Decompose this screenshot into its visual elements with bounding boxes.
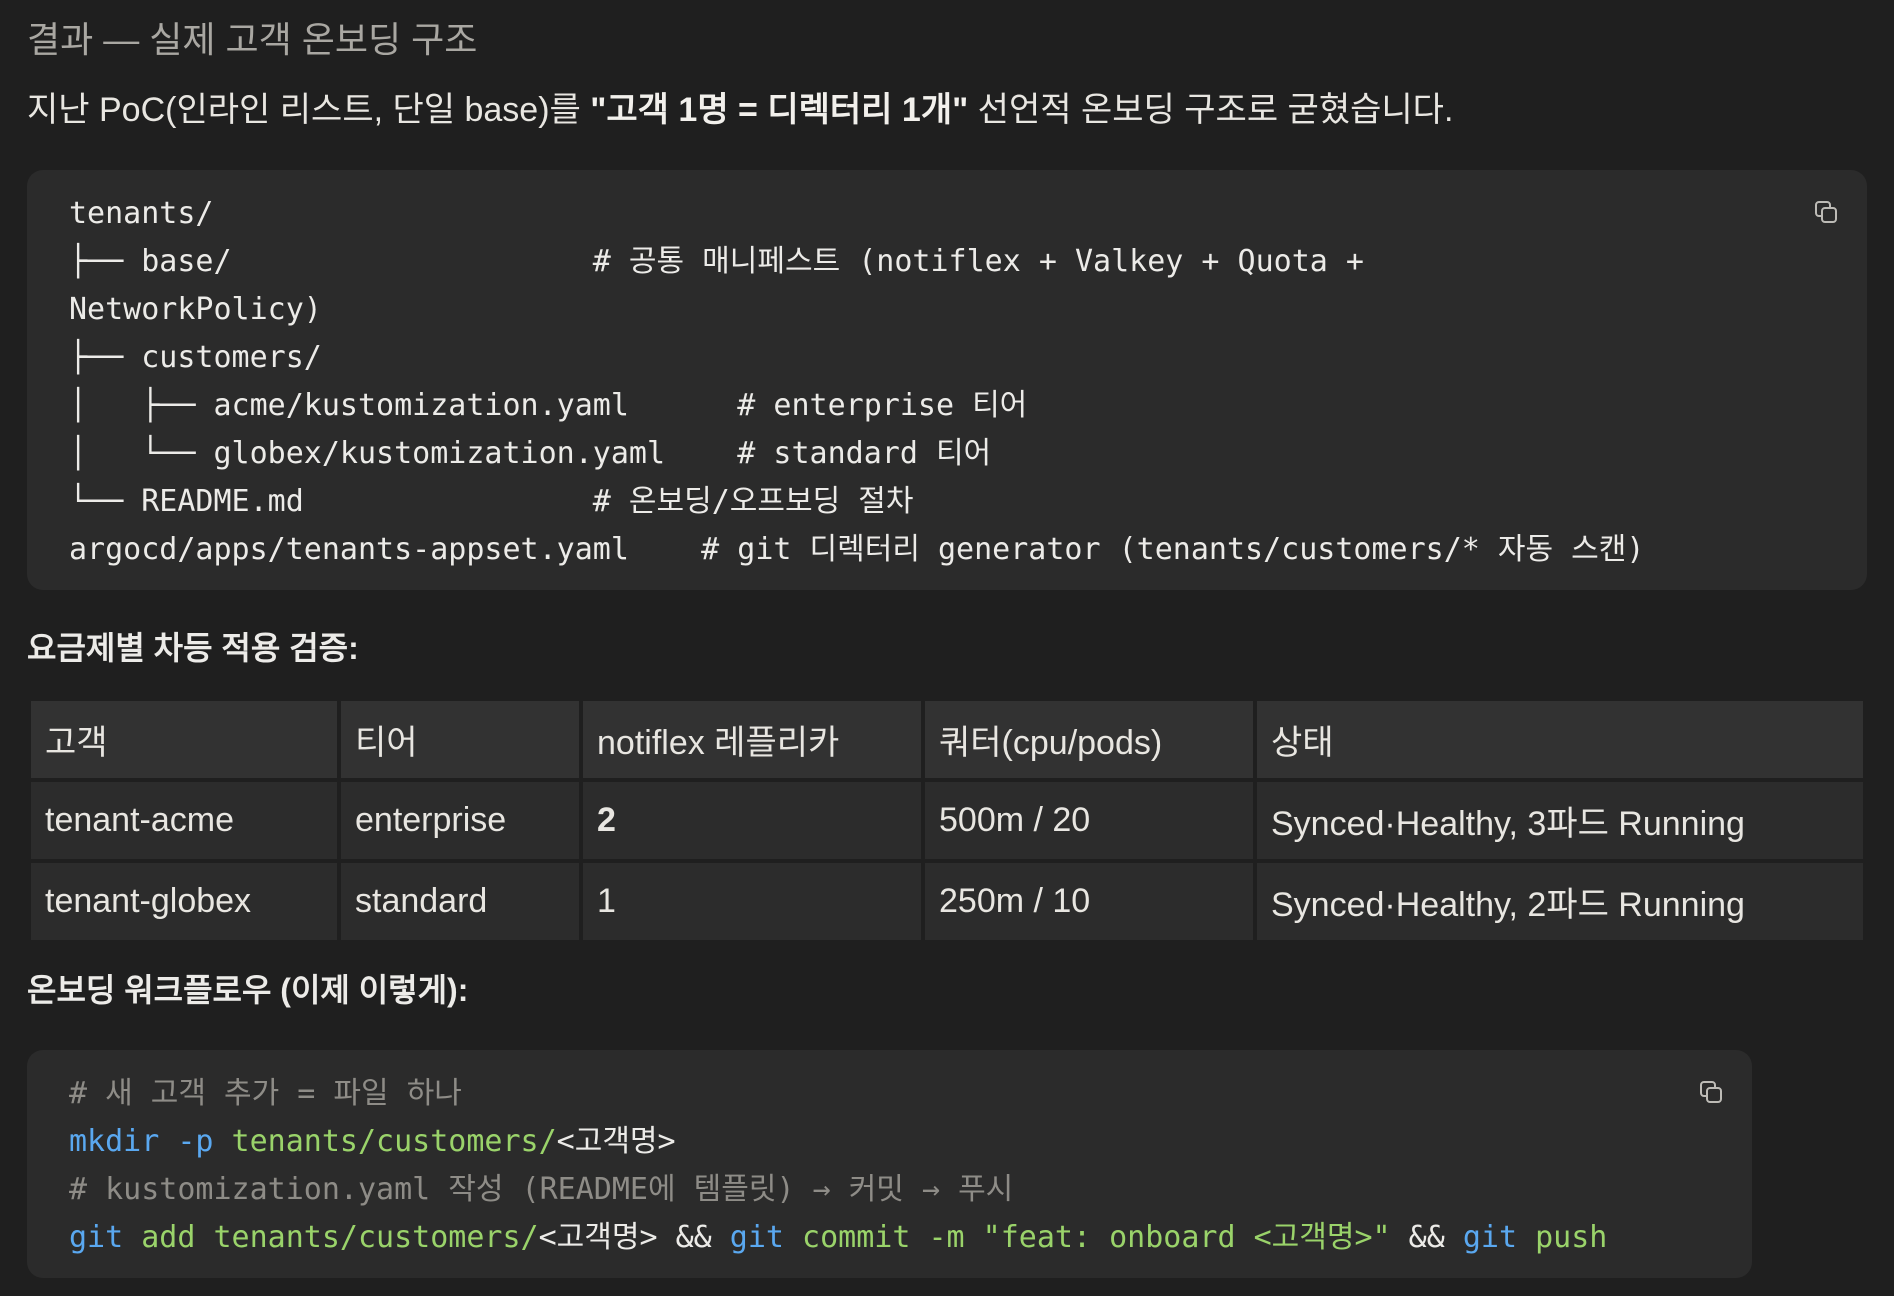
section-heading: 결과 — 실제 고객 온보딩 구조 — [27, 19, 478, 60]
intro-after: 선언적 온보딩 구조로 굳혔습니다. — [968, 91, 1454, 129]
code-path: tenants/customers/ — [213, 1124, 557, 1159]
code-subcommand: push — [1517, 1220, 1608, 1255]
cell-tier: standard — [341, 863, 579, 940]
code-command: git — [1462, 1220, 1518, 1255]
code-string: "feat: onboard <고객명>" — [964, 1220, 1391, 1255]
tier-table: 고객 티어 notiflex 레플리카 쿼터(cpu/pods) 상태 tena… — [27, 697, 1867, 944]
intro-paragraph: 지난 PoC(인라인 리스트, 단일 base)를 "고객 1명 = 디렉터리 … — [27, 84, 1453, 136]
header-status: 상태 — [1257, 701, 1863, 778]
table-header-row: 고객 티어 notiflex 레플리카 쿼터(cpu/pods) 상태 — [31, 701, 1863, 778]
code-line: NetworkPolicy) — [69, 292, 322, 327]
code-command: mkdir — [69, 1124, 160, 1159]
workflow-code-block: # 새 고객 추가 = 파일 하나 mkdir -p tenants/custo… — [27, 1050, 1752, 1278]
cell-status: Synced·Healthy, 3파드 Running — [1257, 782, 1863, 859]
tier-verification-title: 요금제별 차등 적용 검증: — [27, 630, 359, 666]
cell-customer: tenant-acme — [31, 782, 337, 859]
code-line: ├── base/ # 공통 매니페스트 (notiflex + Valkey … — [69, 244, 1364, 279]
cell-quota: 250m / 10 — [925, 863, 1253, 940]
code-path: tenants/customers/ — [195, 1220, 539, 1255]
table-row: tenant-acme enterprise 2 500m / 20 Synce… — [31, 782, 1863, 859]
intro-before: 지난 PoC(인라인 리스트, 단일 base)를 — [27, 91, 591, 129]
code-line: mkdir -p tenants/customers/<고객명> — [69, 1118, 1752, 1166]
cell-customer: tenant-globex — [31, 863, 337, 940]
header-replicas: notiflex 레플리카 — [583, 701, 921, 778]
code-line: tenants/ — [69, 196, 214, 231]
code-flag: -p — [159, 1124, 214, 1159]
code-command: git — [729, 1220, 784, 1255]
table-row: tenant-globex standard 1 250m / 10 Synce… — [31, 863, 1863, 940]
code-line: git add tenants/customers/<고객명> && git c… — [69, 1214, 1752, 1262]
code-subcommand: add — [123, 1220, 196, 1255]
code-subcommand: commit -m — [783, 1220, 965, 1255]
workflow-title: 온보딩 워크플로우 (이제 이렇게): — [27, 972, 469, 1008]
code-command: git — [69, 1220, 124, 1255]
cell-status: Synced·Healthy, 2파드 Running — [1257, 863, 1863, 940]
cell-quota: 500m / 20 — [925, 782, 1253, 859]
cell-replicas: 1 — [583, 863, 921, 940]
code-operator: && — [657, 1220, 730, 1255]
code-line: │ ├── acme/kustomization.yaml # enterpri… — [69, 388, 1028, 423]
code-line: │ └── globex/kustomization.yaml # standa… — [69, 436, 992, 471]
copy-code-button[interactable] — [1698, 1072, 1724, 1103]
header-customer: 고객 — [31, 701, 337, 778]
header-quota: 쿼터(cpu/pods) — [925, 701, 1253, 778]
cell-tier: enterprise — [341, 782, 579, 859]
intro-bold: "고객 1명 = 디렉터리 1개" — [590, 91, 969, 129]
code-operator: && — [1390, 1220, 1463, 1255]
copy-code-button[interactable] — [1813, 192, 1839, 223]
code-comment: # 새 고객 추가 = 파일 하나 — [69, 1076, 462, 1111]
cell-replicas: 2 — [583, 782, 921, 859]
copy-icon — [1700, 1081, 1722, 1103]
code-line: ├── customers/ — [69, 340, 322, 375]
code-line: └── README.md # 온보딩/오프보딩 절차 — [69, 484, 914, 519]
code-arg: <고객명> — [556, 1124, 676, 1159]
code-arg: <고객명> — [538, 1220, 658, 1255]
code-line: argocd/apps/tenants-appset.yaml # git 디렉… — [69, 532, 1645, 567]
header-tier: 티어 — [341, 701, 579, 778]
directory-tree-code-block: tenants/ ├── base/ # 공통 매니페스트 (notiflex … — [27, 170, 1867, 590]
copy-icon — [1815, 201, 1837, 223]
code-comment: # kustomization.yaml 작성 (README에 템플릿) → … — [69, 1172, 1014, 1207]
